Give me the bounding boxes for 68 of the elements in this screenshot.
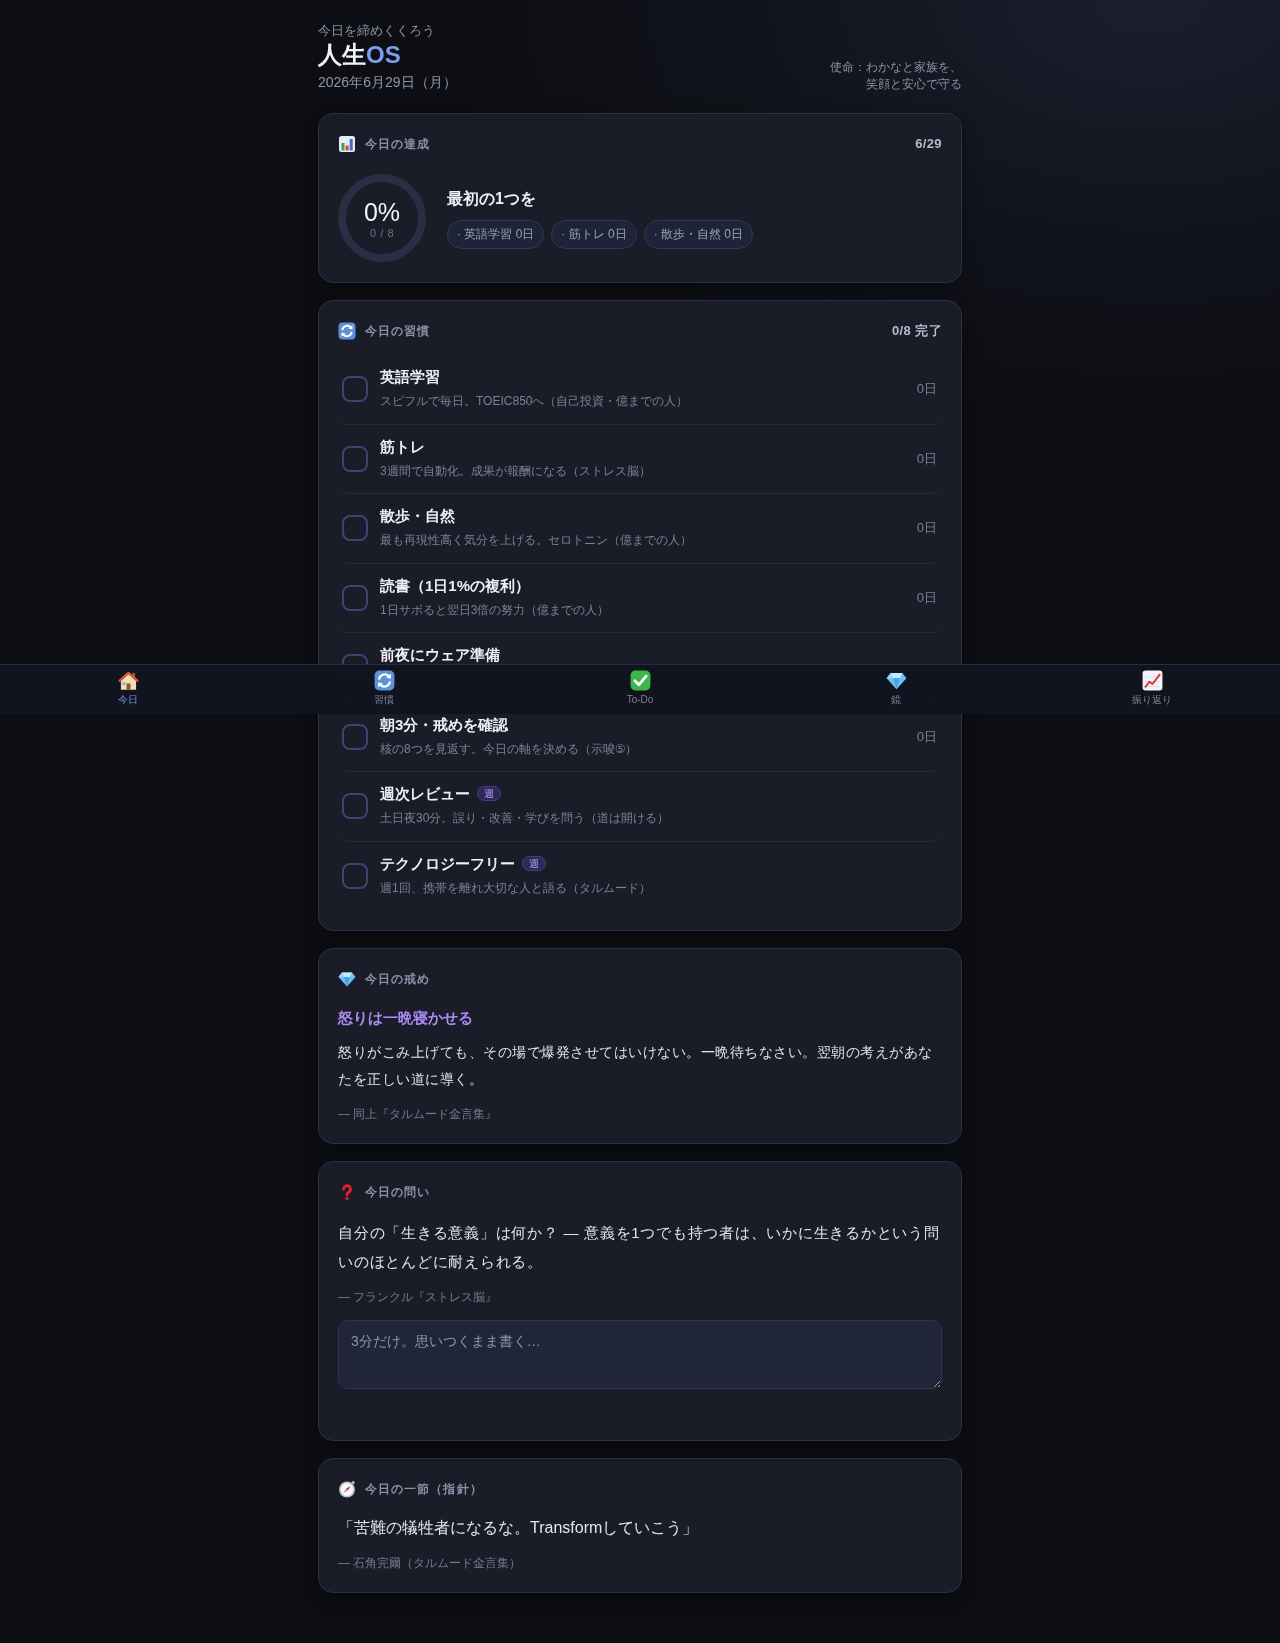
habit-description: 核の8つを見返す。今日の軸を決める（示唆⑤） bbox=[380, 740, 638, 758]
habit-title: 筋トレ bbox=[380, 436, 425, 457]
achievement-headline: 最初の1つを bbox=[447, 188, 536, 209]
habit-checkbox[interactable] bbox=[342, 445, 368, 472]
quote-source: — 同上『タルムード金言集』 bbox=[338, 1106, 498, 1123]
passage-quote: 「苦難の犠牲者になるな。Transformしていこう」 bbox=[338, 1517, 699, 1538]
habit-description: スピフルで毎日。TOEIC850へ（自己投資・億までの人） bbox=[380, 393, 689, 410]
habit-description: 3週間で自動化。成果が報酬になる（ストレス脳） bbox=[380, 462, 651, 480]
refresh-icon bbox=[338, 322, 356, 340]
gem-icon bbox=[885, 670, 907, 691]
streak-chip: · 英語学習 0日 bbox=[447, 219, 545, 249]
section-label: 今日の一節（指針） bbox=[365, 1480, 483, 1498]
admonition-title: 怒りは一晩寝かせる bbox=[338, 1008, 473, 1028]
question-text: 自分の「生きる意義」は何か？ — 意義を1つでも持つ者は、いかに生きるかという問いのほとんどに耐えられる。 bbox=[338, 1223, 941, 1273]
habit-streak: 0日 bbox=[916, 588, 937, 607]
nav-tab[interactable]: 振り返り bbox=[1128, 670, 1176, 707]
habit-title: テクノロジーフリー bbox=[380, 853, 515, 874]
date-label: 2026年6月29日（月） bbox=[318, 73, 457, 92]
habit-checkbox[interactable] bbox=[342, 862, 368, 889]
habit-description: 土日夜30分。誤り・改善・学びを問う（道は開ける） bbox=[380, 810, 670, 827]
progress-percent: 0% bbox=[363, 198, 401, 226]
habit-description: 週1回、携帯を離れ大切な人と語る（タルムード） bbox=[380, 879, 651, 897]
habit-streak: 0日 bbox=[916, 380, 937, 398]
habit-checkbox[interactable] bbox=[342, 793, 368, 819]
compass-icon bbox=[338, 1479, 356, 1498]
habit-streak: 0日 bbox=[916, 519, 937, 537]
bar-chart-icon bbox=[338, 135, 356, 153]
quote-source: — フランクル『ストレス脳』 bbox=[338, 1288, 498, 1306]
page-eyebrow: 今日を締めくくろう bbox=[318, 22, 435, 40]
date-label: 6/29 bbox=[915, 135, 942, 153]
nav-tab[interactable]: 習慣 bbox=[369, 670, 399, 707]
frequency-tag: 週 bbox=[522, 855, 546, 871]
habit-description: 最も再現性高く気分を上げる。セロトニン（億までの人） bbox=[380, 532, 692, 549]
mission-statement: 使命：わかなと家族を、笑顔と安心で守る bbox=[829, 59, 962, 93]
habit-title: 散歩・自然 bbox=[380, 506, 455, 526]
streak-chip: · 筋トレ 0日 bbox=[551, 219, 637, 249]
check-icon bbox=[629, 670, 651, 691]
habit-summary: 0/8 完了 bbox=[891, 322, 942, 340]
admonition-text: 怒りがこみ上げても、その場で爆発させてはいけない。一晩待ちなさい。翌朝の考えがあなたを正しい道に導く。 bbox=[338, 1043, 934, 1089]
habit-checkbox[interactable] bbox=[342, 723, 368, 750]
habit-checkbox[interactable] bbox=[342, 515, 368, 541]
section-label: 今日の習慣 bbox=[365, 323, 431, 340]
habit-streak: 0日 bbox=[916, 449, 937, 468]
section-label: 今日の達成 bbox=[365, 136, 431, 153]
habit-title: 読書（1日1%の複利） bbox=[380, 575, 531, 596]
section-label: 今日の問い bbox=[365, 1184, 431, 1201]
quote-source: — 石角完爾（タルムード金言集） bbox=[338, 1554, 522, 1572]
nav-tab[interactable]: To-Do bbox=[622, 670, 658, 707]
section-label: 今日の戒め bbox=[365, 971, 431, 988]
habit-checkbox[interactable] bbox=[342, 376, 368, 402]
habit-title: 朝3分・戒めを確認 bbox=[380, 714, 509, 735]
trend-chart-icon bbox=[1141, 670, 1163, 691]
streak-chip: · 散歩・自然 0日 bbox=[643, 219, 754, 249]
habit-description: 1日サボると翌日3倍の努力（億までの人） bbox=[380, 601, 610, 619]
house-icon bbox=[117, 670, 139, 691]
habit-title: 前夜にウェア準備 bbox=[380, 645, 500, 665]
habit-streak: 0日 bbox=[916, 727, 937, 746]
habit-title: 週次レビュー bbox=[380, 784, 470, 804]
frequency-tag: 週 bbox=[477, 786, 501, 801]
progress-count: 0 / 8 bbox=[369, 226, 395, 240]
app-title: 人生OS bbox=[318, 40, 401, 70]
gem-icon bbox=[338, 970, 356, 988]
habit-checkbox[interactable] bbox=[342, 584, 368, 611]
nav-tab[interactable]: 鏡 bbox=[881, 670, 911, 707]
refresh-icon bbox=[373, 670, 395, 691]
answer-field[interactable]: 3分だけ。思いつくまま書く… bbox=[338, 1319, 942, 1389]
nav-tab[interactable]: 今日 bbox=[113, 670, 143, 707]
habit-title: 英語学習 bbox=[380, 367, 440, 387]
